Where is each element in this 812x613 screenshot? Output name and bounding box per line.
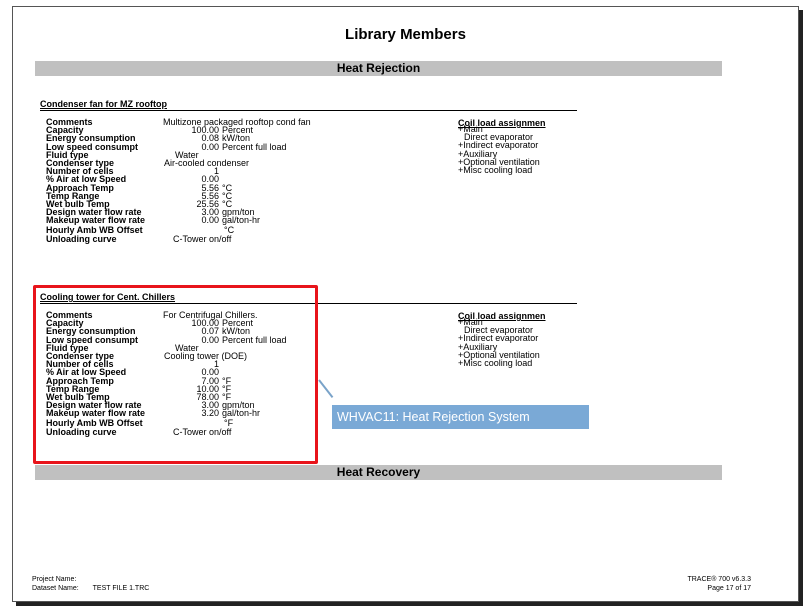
label-offset: Hourly Amb WB Offset	[46, 225, 143, 235]
dataset-row: Dataset Name: TEST FILE 1.TRC	[32, 584, 149, 593]
highlight-box	[33, 285, 318, 464]
section-heat-recovery: Heat Recovery	[35, 465, 722, 480]
footer-right: TRACE® 700 v6.3.3 Page 17 of 17	[687, 575, 751, 593]
coil-item: +Misc cooling load	[458, 358, 533, 368]
project-label: Project Name:	[32, 576, 77, 583]
report-title: Library Members	[345, 26, 466, 43]
unit-makeup-flow: gal/ton-hr	[222, 215, 261, 226]
product-version: TRACE® 700 v6.3.3	[687, 576, 751, 583]
callout-label: WHVAC11: Heat Rejection System	[332, 405, 589, 429]
value-makeup-flow: 0.00	[201, 215, 219, 226]
block1-title: Condenser fan for MZ rooftop	[40, 99, 577, 111]
value-condenser: Air-cooled condenser	[164, 158, 250, 168]
dataset-label: Dataset Name:	[32, 585, 79, 592]
footer-left: Project Name: Dataset Name: TEST FILE 1.…	[32, 575, 149, 593]
page-number: Page 17 of 17	[707, 585, 751, 592]
section-heat-rejection: Heat Rejection	[35, 61, 722, 76]
unit-lowspeed: Percent full load	[222, 141, 287, 152]
coil-item: +Misc cooling load	[458, 165, 533, 175]
label-makeup-flow: Makeup water flow rate	[46, 215, 146, 226]
value-unloading: C-Tower on/off	[173, 234, 232, 244]
unit-offset: °C	[224, 225, 235, 235]
callout-connector	[318, 379, 334, 398]
dataset-value: TEST FILE 1.TRC	[92, 585, 150, 592]
label-unloading: Unloading curve	[46, 234, 117, 244]
report-page: Library Members Heat Rejection Condenser…	[12, 6, 799, 602]
